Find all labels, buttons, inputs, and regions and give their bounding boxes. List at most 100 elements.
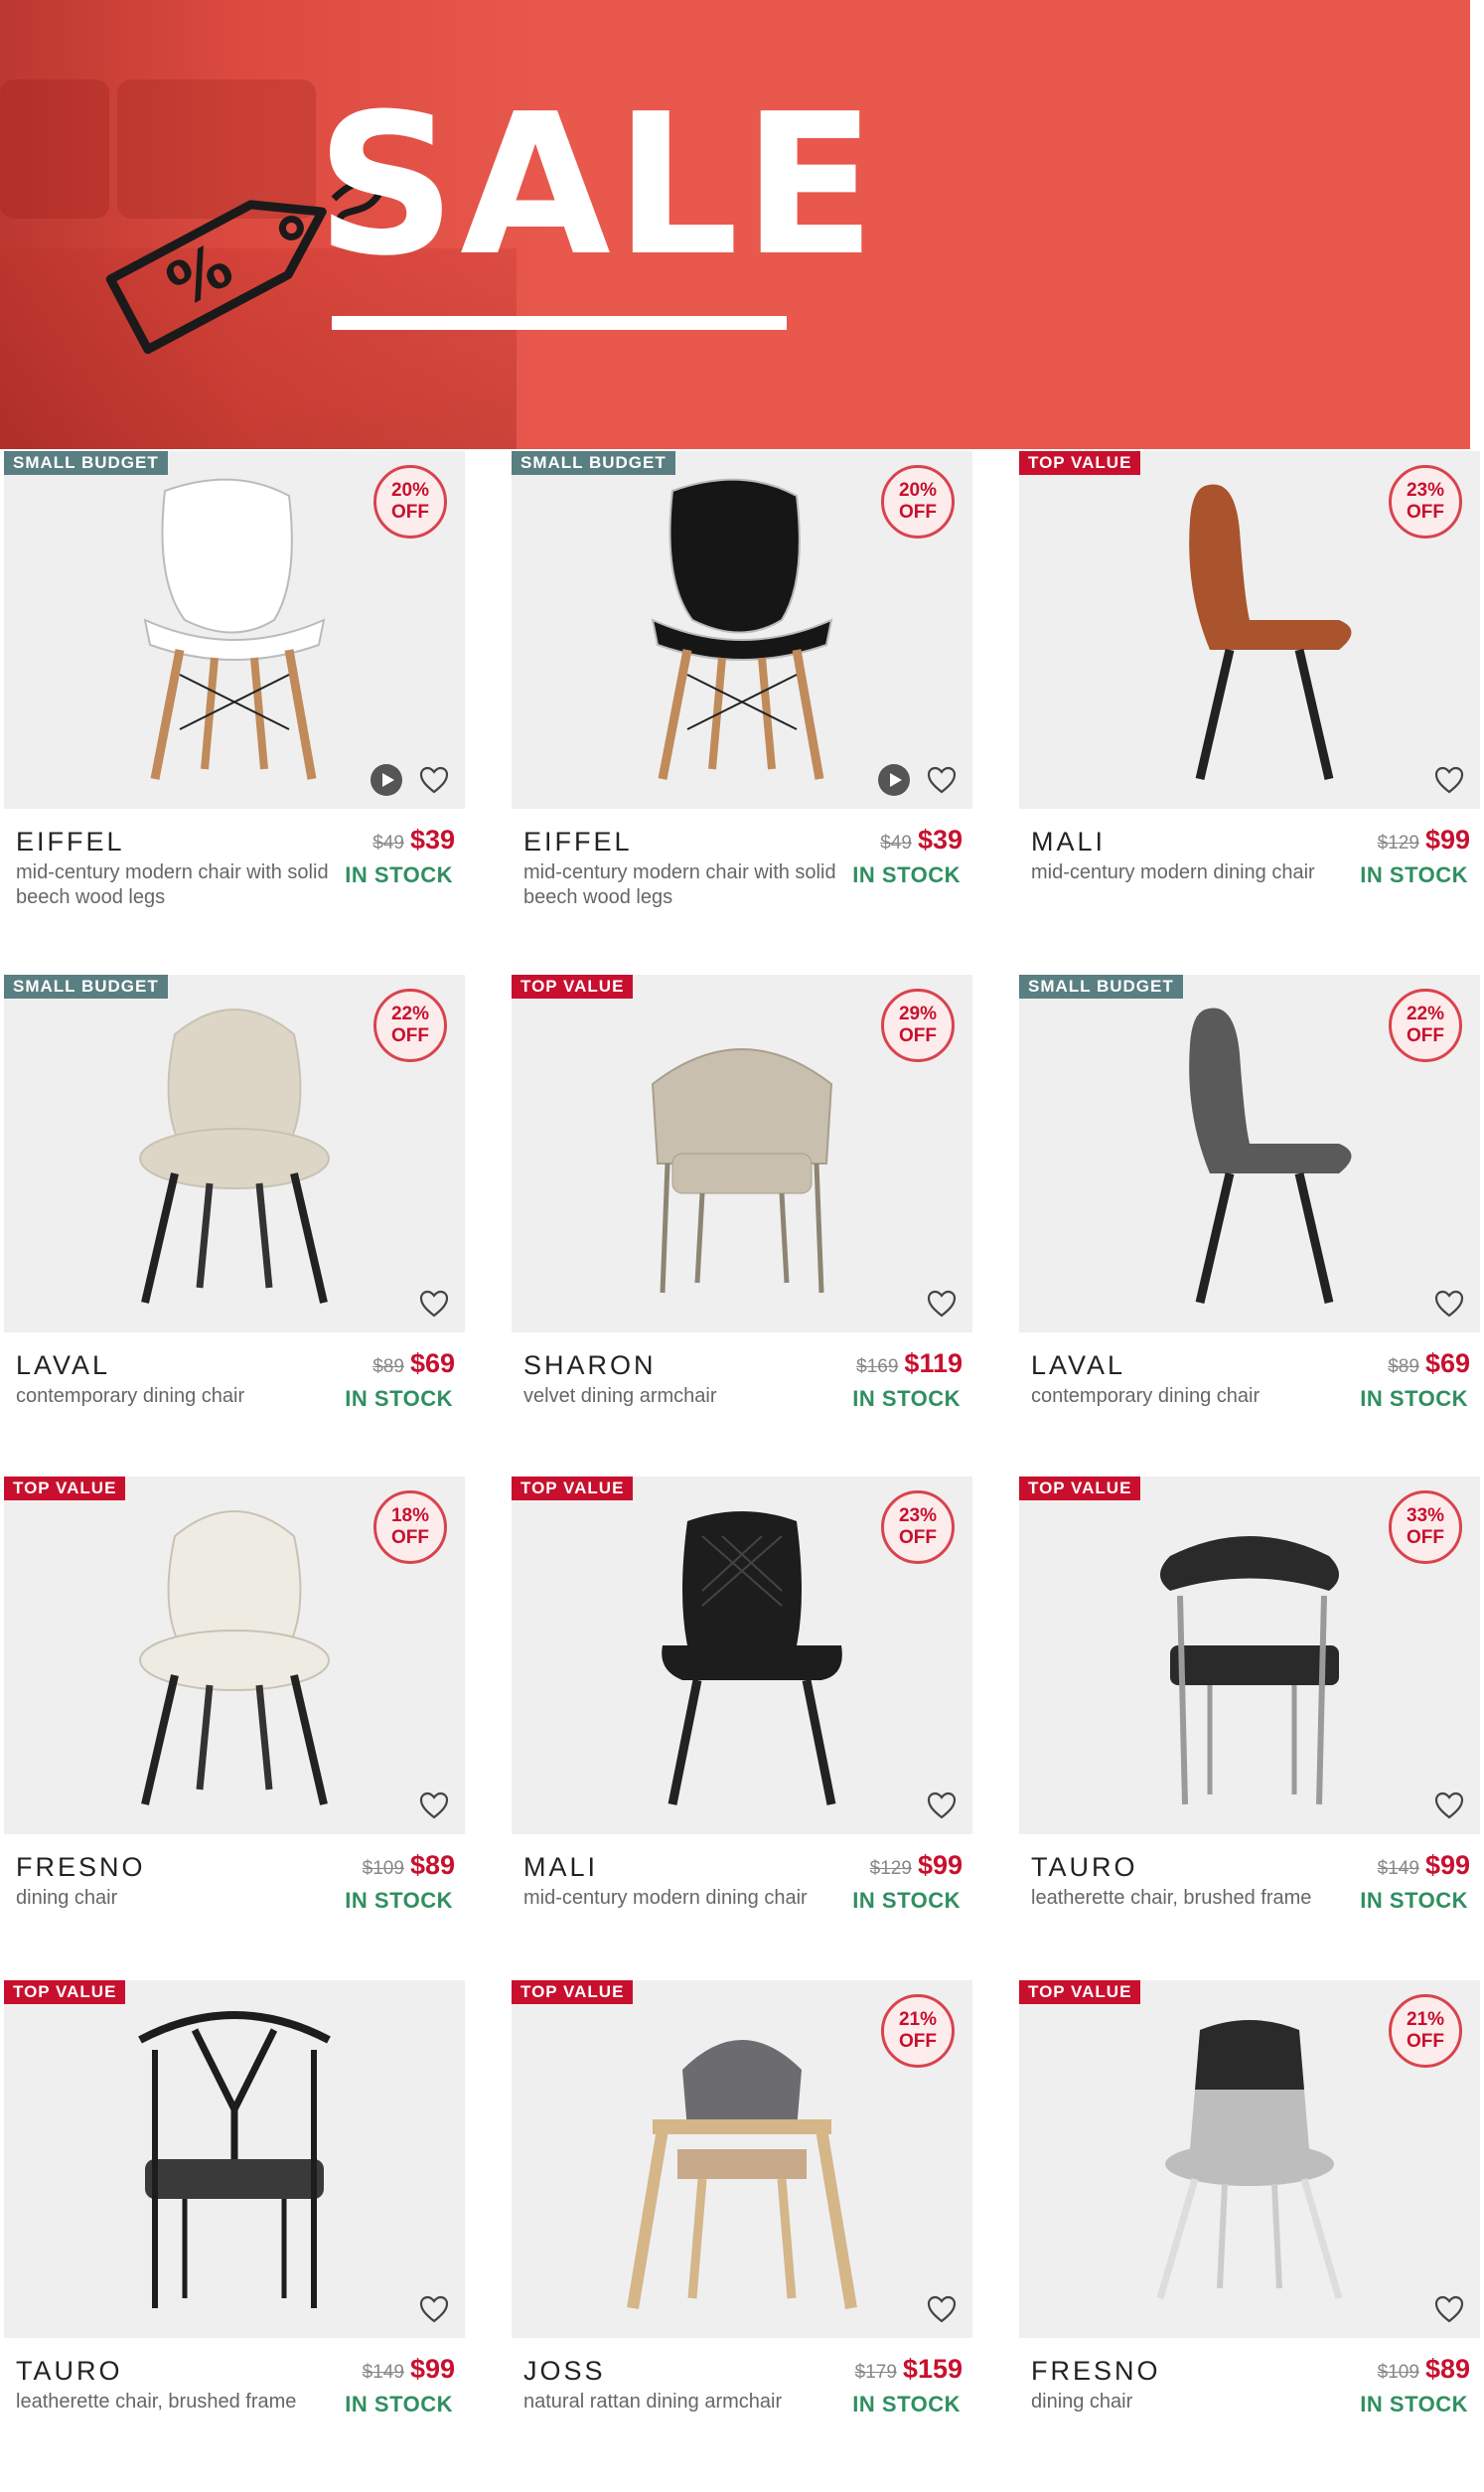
product-image[interactable]: SMALL BUDGET 22% OFF bbox=[4, 975, 465, 1332]
sale-price: $119 bbox=[904, 1348, 963, 1378]
sale-price: $89 bbox=[409, 1850, 455, 1880]
product-image[interactable]: TOP VALUE 21% OFF bbox=[1019, 1980, 1480, 2338]
product-name[interactable]: TAURO bbox=[16, 2356, 123, 2387]
product-name[interactable]: JOSS bbox=[523, 2356, 606, 2387]
product-image[interactable]: TOP VALUE bbox=[4, 1980, 465, 2338]
stock-status: IN STOCK bbox=[1360, 1888, 1468, 1913]
sale-price: $69 bbox=[409, 1348, 455, 1378]
product-description: leatherette chair, brushed frame bbox=[1031, 1887, 1312, 1909]
chair-photo bbox=[593, 995, 891, 1323]
wishlist-heart-icon[interactable] bbox=[417, 763, 451, 797]
product-name[interactable]: TAURO bbox=[1031, 1852, 1138, 1883]
original-price: $49 bbox=[880, 833, 912, 854]
stock-status: IN STOCK bbox=[1360, 862, 1468, 887]
wishlist-heart-icon[interactable] bbox=[1432, 1789, 1466, 1822]
product-image[interactable]: SMALL BUDGET 22% OFF bbox=[1019, 975, 1480, 1332]
product-image[interactable]: TOP VALUE 33% OFF bbox=[1019, 1477, 1480, 1834]
product-name[interactable]: EIFFEL bbox=[523, 827, 633, 857]
chair-photo bbox=[85, 2000, 383, 2328]
product-image[interactable]: SMALL BUDGET 20% OFF bbox=[4, 451, 465, 809]
chair-photo bbox=[1101, 471, 1399, 799]
product-description: mid-century modern dining chair bbox=[523, 1887, 808, 1909]
play-video-icon[interactable] bbox=[877, 763, 911, 797]
original-price: $179 bbox=[854, 2362, 897, 2383]
product-name[interactable]: MALI bbox=[523, 1852, 598, 1883]
product-name[interactable]: FRESNO bbox=[1031, 2356, 1161, 2387]
chair-photo bbox=[593, 2000, 891, 2328]
original-price: $149 bbox=[362, 2362, 404, 2383]
product-name[interactable]: EIFFEL bbox=[16, 827, 125, 857]
stock-status: IN STOCK bbox=[345, 2392, 453, 2416]
sale-price: $69 bbox=[1424, 1348, 1470, 1378]
wishlist-heart-icon[interactable] bbox=[417, 1789, 451, 1822]
wishlist-heart-icon[interactable] bbox=[925, 2292, 959, 2326]
play-video-icon[interactable] bbox=[370, 763, 403, 797]
product-image[interactable]: TOP VALUE 18% OFF bbox=[4, 1477, 465, 1834]
chair-photo bbox=[85, 995, 383, 1323]
price: $149 $99 bbox=[1378, 1850, 1470, 1881]
discount-badge: 29% OFF bbox=[881, 989, 955, 1062]
sale-price: $99 bbox=[409, 2354, 455, 2384]
wishlist-heart-icon[interactable] bbox=[1432, 763, 1466, 797]
sale-banner[interactable]: % SALE bbox=[0, 0, 1470, 449]
product-badge: SMALL BUDGET bbox=[4, 451, 168, 475]
product-badge: TOP VALUE bbox=[1019, 1477, 1141, 1500]
product-name[interactable]: SHARON bbox=[523, 1350, 657, 1381]
sale-price: $99 bbox=[1424, 1850, 1470, 1880]
sale-price: $159 bbox=[902, 2354, 963, 2384]
product-name[interactable]: LAVAL bbox=[1031, 1350, 1125, 1381]
product-name[interactable]: MALI bbox=[1031, 827, 1106, 857]
wishlist-heart-icon[interactable] bbox=[925, 1789, 959, 1822]
wishlist-heart-icon[interactable] bbox=[925, 1287, 959, 1321]
wishlist-heart-icon[interactable] bbox=[417, 2292, 451, 2326]
product-badge: TOP VALUE bbox=[1019, 451, 1141, 475]
wishlist-heart-icon[interactable] bbox=[925, 763, 959, 797]
sale-underline bbox=[332, 316, 787, 330]
product-description: natural rattan dining armchair bbox=[523, 2391, 783, 2413]
original-price: $89 bbox=[372, 1356, 404, 1377]
original-price: $109 bbox=[362, 1858, 404, 1879]
product-badge: TOP VALUE bbox=[4, 1980, 126, 2004]
price: $49 $39 bbox=[880, 825, 963, 856]
product-image[interactable]: SMALL BUDGET 20% OFF bbox=[512, 451, 972, 809]
discount-badge: 23% OFF bbox=[1389, 465, 1462, 539]
price: $179 $159 bbox=[855, 2354, 963, 2385]
product-name[interactable]: FRESNO bbox=[16, 1852, 146, 1883]
product-name[interactable]: LAVAL bbox=[16, 1350, 110, 1381]
chair-photo bbox=[593, 471, 891, 799]
product-image[interactable]: TOP VALUE 21% OFF bbox=[512, 1980, 972, 2338]
product-description: mid-century modern chair with solid beec… bbox=[16, 861, 329, 908]
product-badge: TOP VALUE bbox=[4, 1477, 126, 1500]
product-description: mid-century modern chair with solid beec… bbox=[523, 861, 836, 908]
original-price: $129 bbox=[1377, 833, 1419, 854]
product-description: leatherette chair, brushed frame bbox=[16, 2391, 297, 2413]
price: $169 $119 bbox=[856, 1348, 963, 1379]
price: $89 $69 bbox=[1388, 1348, 1470, 1379]
discount-badge: 21% OFF bbox=[1389, 1994, 1462, 2068]
product-description: dining chair bbox=[1031, 2391, 1133, 2413]
price: $129 $99 bbox=[870, 1850, 963, 1881]
product-image[interactable]: TOP VALUE 23% OFF bbox=[512, 1477, 972, 1834]
wishlist-heart-icon[interactable] bbox=[1432, 2292, 1466, 2326]
sale-price: $89 bbox=[1424, 2354, 1470, 2384]
stock-status: IN STOCK bbox=[1360, 1386, 1468, 1411]
product-badge: TOP VALUE bbox=[512, 1980, 634, 2004]
stock-status: IN STOCK bbox=[345, 862, 453, 887]
product-badge: TOP VALUE bbox=[512, 1477, 634, 1500]
product-image[interactable]: TOP VALUE 29% OFF bbox=[512, 975, 972, 1332]
sale-title: SALE bbox=[316, 73, 880, 299]
chair-photo bbox=[85, 471, 383, 799]
product-description: dining chair bbox=[16, 1887, 118, 1909]
stock-status: IN STOCK bbox=[345, 1386, 453, 1411]
product-description: velvet dining armchair bbox=[523, 1385, 717, 1407]
product-badge: TOP VALUE bbox=[512, 975, 634, 999]
discount-badge: 20% OFF bbox=[373, 465, 447, 539]
stock-status: IN STOCK bbox=[1360, 2392, 1468, 2416]
wishlist-heart-icon[interactable] bbox=[417, 1287, 451, 1321]
sale-price: $99 bbox=[1424, 825, 1470, 855]
price: $109 $89 bbox=[363, 1850, 455, 1881]
chair-photo bbox=[1101, 995, 1399, 1323]
product-description: contemporary dining chair bbox=[1031, 1385, 1261, 1407]
wishlist-heart-icon[interactable] bbox=[1432, 1287, 1466, 1321]
product-image[interactable]: TOP VALUE 23% OFF bbox=[1019, 451, 1480, 809]
